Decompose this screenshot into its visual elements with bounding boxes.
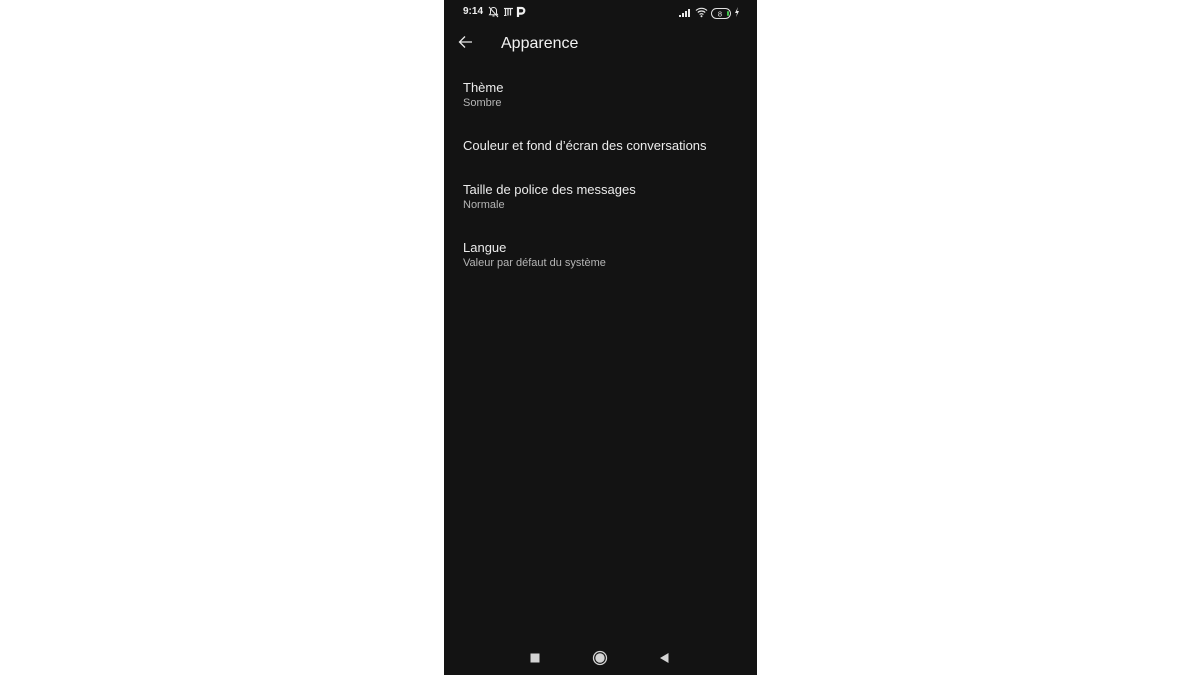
page-title: Apparence: [501, 35, 579, 52]
setting-value: Sombre: [463, 97, 502, 109]
parking-app-icon: [516, 5, 526, 23]
home-button[interactable]: [590, 648, 610, 668]
battery-level: 8: [718, 9, 722, 18]
charging-icon: [734, 5, 740, 23]
navigation-bar: [444, 640, 757, 675]
setting-language[interactable]: Langue Valeur par défaut du système: [444, 232, 757, 280]
setting-value: Valeur par défaut du système: [463, 257, 606, 269]
recents-button[interactable]: [525, 648, 545, 668]
wifi-icon: [695, 5, 708, 23]
phone-screen: 9:14 8 Apparence Thème Sombre Couleur et…: [444, 0, 757, 675]
arrow-left-icon: [458, 36, 472, 48]
setting-message-font-size[interactable]: Taille de police des messages Normale: [444, 174, 757, 222]
notifications-off-icon: [488, 5, 499, 23]
back-nav-button[interactable]: [654, 648, 674, 668]
setting-title: Taille de police des messages: [463, 182, 636, 197]
setting-title: Couleur et fond d’écran des conversation…: [463, 138, 707, 153]
status-bar: 9:14 8: [444, 0, 757, 24]
setting-title: Thème: [463, 80, 504, 95]
recents-square-icon: [530, 653, 540, 663]
setting-title: Langue: [463, 240, 507, 255]
setting-chat-color-wallpaper[interactable]: Couleur et fond d’écran des conversation…: [444, 128, 757, 168]
setting-value: Normale: [463, 199, 505, 211]
setting-theme[interactable]: Thème Sombre: [444, 72, 757, 120]
status-time: 9:14: [463, 6, 484, 17]
home-circle-icon: [592, 650, 608, 666]
back-button[interactable]: [454, 30, 478, 54]
toolbar: Apparence: [444, 28, 757, 62]
signal-icon: [679, 5, 692, 23]
back-triangle-icon: [660, 653, 669, 663]
nfc-icon: [503, 5, 514, 23]
battery-icon: 8: [711, 6, 732, 24]
